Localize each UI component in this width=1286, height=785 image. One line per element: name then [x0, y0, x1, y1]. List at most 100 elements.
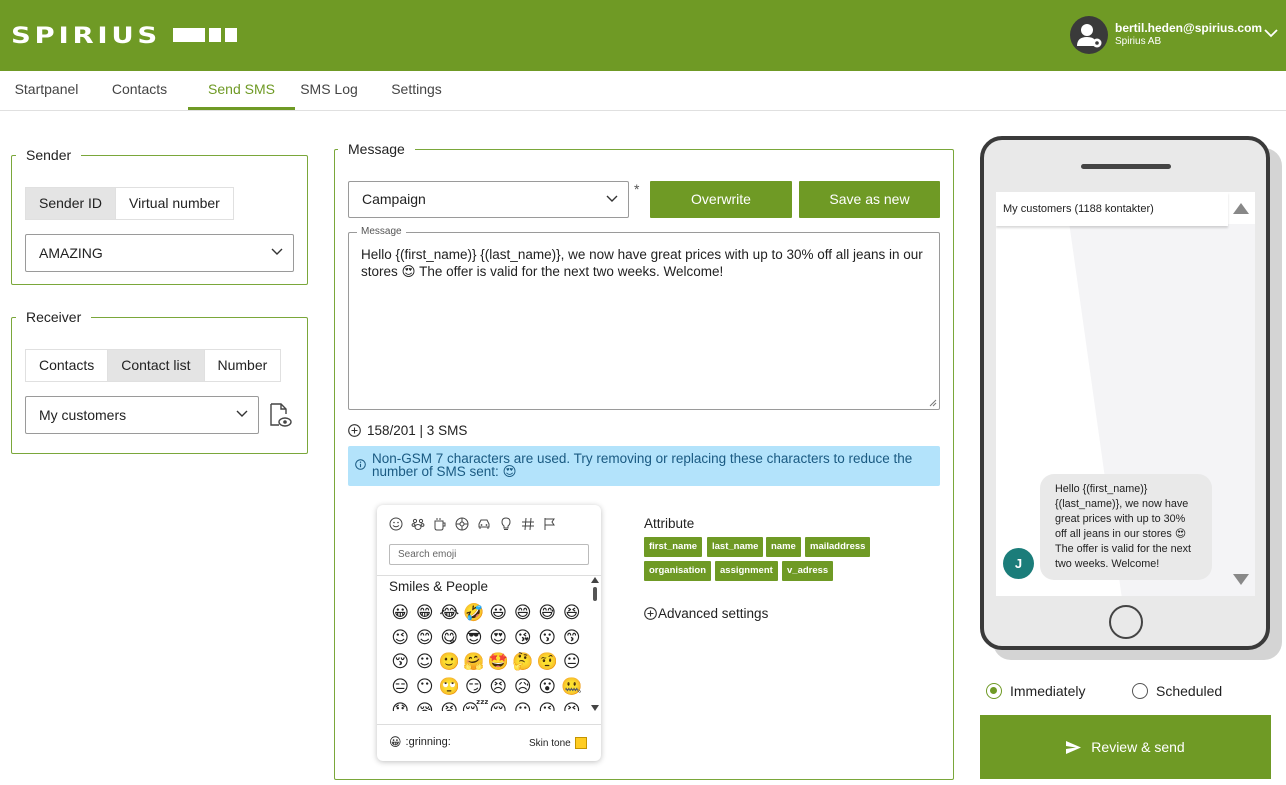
food-category-icon[interactable] [433, 517, 447, 531]
emoji-item[interactable]: 🤔 [511, 650, 536, 675]
chevron-down-icon [236, 410, 248, 417]
emoji-item[interactable]: 😶 [413, 675, 438, 700]
plus-circle-icon[interactable] [348, 424, 361, 437]
emoji-item[interactable]: 😫 [437, 699, 462, 711]
emoji-item[interactable]: 😥 [511, 675, 536, 700]
emoji-item[interactable]: 😙 [560, 626, 585, 651]
radio-immediately-label: Immediately [1010, 683, 1086, 699]
user-avatar-icon[interactable] [1070, 16, 1108, 54]
emoji-item[interactable]: 😊 [413, 626, 438, 651]
flags-category-icon[interactable] [543, 517, 557, 531]
emoji-item[interactable]: 😍 [486, 626, 511, 651]
emoji-item[interactable]: 😮 [535, 675, 560, 700]
attribute-tag[interactable]: assignment [715, 561, 778, 581]
skin-tone-swatch[interactable] [574, 737, 587, 749]
emoji-item[interactable]: 🙂 [437, 650, 462, 675]
emoji-item[interactable]: 🤗 [462, 650, 487, 675]
message-textarea[interactable]: Message Hello {(first_name)} {(last_name… [348, 226, 940, 410]
preview-scroll-down-icon[interactable] [1233, 574, 1249, 586]
emoji-item[interactable]: 😘 [511, 626, 536, 651]
emoji-item[interactable]: 😋 [437, 626, 462, 651]
emoji-item[interactable]: 😄 [511, 601, 536, 626]
emoji-item[interactable]: ☺ [413, 650, 438, 675]
contacts-option[interactable]: Contacts [26, 350, 109, 381]
advanced-settings-toggle[interactable]: Advanced settings [644, 606, 768, 621]
travel-category-icon[interactable] [477, 517, 491, 531]
emoji-footer-divider [377, 724, 601, 725]
tab-contacts[interactable]: Contacts [93, 71, 186, 110]
template-select[interactable]: Campaign [348, 181, 629, 218]
emoji-item[interactable]: 😀 [388, 601, 413, 626]
emoji-item[interactable]: 🤣 [462, 601, 487, 626]
emoji-item[interactable]: 🤩 [486, 650, 511, 675]
emoji-item[interactable]: 😂 [437, 601, 462, 626]
tab-send-sms[interactable]: Send SMS [188, 71, 295, 110]
attribute-tag[interactable]: first_name [644, 537, 703, 557]
radio-scheduled-circle[interactable] [1132, 683, 1148, 699]
activity-category-icon[interactable] [455, 517, 469, 531]
emoji-item[interactable]: 😉 [388, 626, 413, 651]
emoji-item[interactable]: 😪 [413, 699, 438, 711]
scroll-up-icon[interactable] [591, 577, 599, 583]
number-option[interactable]: Number [205, 350, 281, 381]
emoji-item[interactable]: 😁 [413, 601, 438, 626]
spirius-logo[interactable]: SPIRIUS [11, 24, 161, 49]
emoji-item[interactable]: 🙄 [437, 675, 462, 700]
emoji-item[interactable]: 🤨 [535, 650, 560, 675]
radio-scheduled-label: Scheduled [1156, 683, 1223, 699]
emoji-item[interactable]: 😐 [560, 650, 585, 675]
emoji-grid: 😀 😁 😂 🤣 😃 😄 😅 😆 😉 😊 😋 😎 😍 😘 😗 😙 😚 ☺ 🙂 🤗 🤩 🤔 🤨 😐 😑 😶 🙄 😏 😣 😥 😮 🤐 😯 😪 😫 😴 😌 😛 😜 😝 [388, 601, 592, 711]
attribute-tag[interactable]: last_name [707, 537, 764, 557]
emoji-scrollbar[interactable] [591, 577, 599, 713]
emoji-item[interactable]: 😚 [388, 650, 413, 675]
tab-startpanel[interactable]: Startpanel [0, 71, 93, 110]
user-email[interactable]: bertil.heden@spirius.com [1115, 21, 1262, 35]
tab-settings[interactable]: Settings [380, 71, 453, 110]
emoji-item[interactable]: 😏 [462, 675, 487, 700]
emoji-item[interactable]: 😅 [535, 601, 560, 626]
overwrite-button[interactable]: Overwrite [650, 181, 792, 218]
emoji-item[interactable]: 😃 [486, 601, 511, 626]
chevron-down-icon[interactable] [1264, 25, 1278, 43]
top-bar: SPIRIUS bertil.heden@spirius.com Spirius… [0, 0, 1286, 71]
emoji-item[interactable]: 😛 [511, 699, 536, 711]
smiley-category-icon[interactable] [389, 517, 403, 531]
review-send-button[interactable]: Review & send [980, 715, 1271, 779]
view-list-icon[interactable] [268, 402, 292, 433]
scrollbar-thumb[interactable] [593, 587, 597, 601]
radio-immediately[interactable]: Immediately [986, 683, 1085, 699]
contact-list-option[interactable]: Contact list [108, 350, 205, 381]
attribute-tag[interactable]: name [766, 537, 801, 557]
sender-id-select[interactable]: AMAZING [25, 234, 294, 272]
emoji-item[interactable]: 😑 [388, 675, 413, 700]
contact-list-select[interactable]: My customers [25, 396, 259, 434]
attribute-tag[interactable]: organisation [644, 561, 712, 581]
emoji-item[interactable]: 😎 [462, 626, 487, 651]
objects-category-icon[interactable] [499, 517, 513, 531]
emoji-item[interactable]: 😯 [388, 699, 413, 711]
animal-category-icon[interactable] [411, 517, 425, 531]
radio-immediately-circle[interactable] [986, 683, 1002, 699]
message-text[interactable]: Hello {(first_name)} {(last_name)}, we n… [361, 246, 926, 280]
radio-scheduled[interactable]: Scheduled [1132, 683, 1222, 699]
resize-handle-icon[interactable] [929, 399, 937, 407]
emoji-item[interactable]: 😆 [560, 601, 585, 626]
emoji-search-input[interactable]: Search emoji [389, 544, 589, 565]
symbols-category-icon[interactable] [521, 517, 535, 531]
skin-tone-selector[interactable]: Skin tone [529, 737, 587, 749]
emoji-item[interactable]: 🤐 [560, 675, 585, 700]
sender-id-option[interactable]: Sender ID [26, 188, 117, 219]
save-as-new-button[interactable]: Save as new [799, 181, 940, 218]
emoji-item[interactable]: 😗 [535, 626, 560, 651]
emoji-item[interactable]: 😜 [535, 699, 560, 711]
emoji-item[interactable]: 😌 [486, 699, 511, 711]
emoji-item[interactable]: 😣 [486, 675, 511, 700]
tab-sms-log[interactable]: SMS Log [295, 71, 363, 110]
preview-scroll-up-icon[interactable] [1233, 202, 1249, 214]
attribute-tag[interactable]: v_adress [782, 561, 834, 581]
emoji-item[interactable]: 😴 [462, 699, 489, 711]
emoji-item[interactable]: 😝 [560, 699, 585, 711]
attribute-tag[interactable]: mailaddress [805, 537, 871, 557]
virtual-number-option[interactable]: Virtual number [116, 188, 233, 219]
scroll-down-icon[interactable] [591, 705, 599, 711]
